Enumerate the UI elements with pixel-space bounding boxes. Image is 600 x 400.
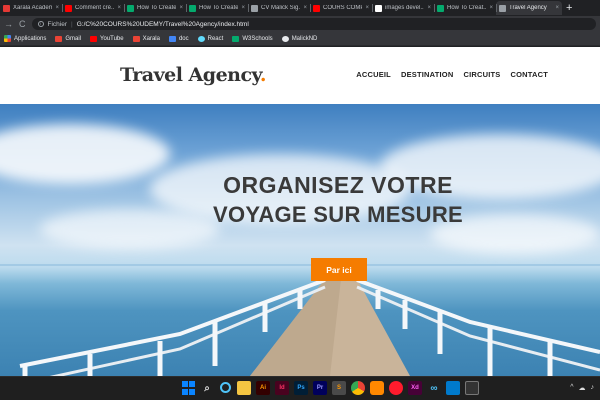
close-tab-icon[interactable]: × bbox=[241, 5, 245, 11]
loop-icon[interactable]: ∞ bbox=[427, 381, 441, 395]
illustrator-icon[interactable]: Ai bbox=[256, 381, 270, 395]
nav-link-circuits[interactable]: CIRCUITS bbox=[463, 70, 500, 79]
w3schools-icon bbox=[232, 35, 240, 42]
url-separator: | bbox=[71, 20, 73, 28]
close-tab-icon[interactable]: × bbox=[489, 5, 493, 11]
site-nav: ACCUEIL DESTINATION CIRCUITS CONTACT bbox=[356, 70, 548, 79]
close-tab-icon[interactable]: × bbox=[427, 5, 431, 11]
bookmark-applications[interactable]: Applications bbox=[4, 35, 46, 42]
bookmarks-bar: Applications Gmail YouTube Xarala doc Re… bbox=[0, 32, 600, 46]
browser-tab[interactable]: images devel... × bbox=[372, 1, 434, 15]
youtube-favicon-icon bbox=[313, 4, 320, 12]
close-tab-icon[interactable]: × bbox=[303, 5, 307, 11]
nav-link-destination[interactable]: DESTINATION bbox=[401, 70, 453, 79]
bookmark-youtube[interactable]: YouTube bbox=[90, 35, 124, 42]
chrome-icon[interactable] bbox=[351, 381, 365, 395]
nav-link-accueil[interactable]: ACCUEIL bbox=[356, 70, 391, 79]
indesign-icon[interactable]: Id bbox=[275, 381, 289, 395]
url-text[interactable]: G:/C%20COURS%20UDEMY/Travel%20Agency/ind… bbox=[77, 21, 249, 28]
info-icon[interactable]: i bbox=[37, 21, 44, 27]
opera-icon[interactable] bbox=[389, 381, 403, 395]
globe-favicon-icon bbox=[499, 4, 506, 12]
doc-icon bbox=[168, 35, 176, 42]
w3schools-favicon-icon bbox=[437, 4, 444, 12]
forward-icon[interactable]: → bbox=[4, 19, 13, 29]
logo-dot: . bbox=[259, 64, 267, 86]
sublime-text-icon[interactable]: S bbox=[332, 381, 346, 395]
apps-grid-icon bbox=[4, 35, 11, 42]
onedrive-icon[interactable]: ☁ bbox=[579, 384, 586, 392]
youtube-favicon-icon bbox=[65, 4, 72, 12]
bookmark-react[interactable]: React bbox=[197, 35, 223, 42]
vlc-icon[interactable] bbox=[370, 381, 384, 395]
hero-title-line2: VOYAGE SUR MESURE bbox=[212, 202, 463, 227]
github-icon bbox=[281, 35, 289, 42]
browser-tab-active[interactable]: Travel Agency × bbox=[496, 1, 562, 15]
browser-toolbar: → C i Fichier | G:/C%20COURS%20UDEMY/Tra… bbox=[0, 16, 600, 32]
address-bar[interactable]: i Fichier | G:/C%20COURS%20UDEMY/Travel%… bbox=[31, 18, 596, 30]
close-tab-icon[interactable]: × bbox=[55, 5, 59, 11]
url-scheme-label: Fichier bbox=[47, 20, 68, 28]
close-tab-icon[interactable]: × bbox=[117, 5, 121, 11]
google-favicon-icon bbox=[375, 4, 382, 12]
youtube-icon bbox=[90, 35, 98, 42]
bookmark-xarala[interactable]: Xarala bbox=[132, 35, 160, 42]
reload-icon[interactable]: C bbox=[19, 19, 26, 29]
site-logo[interactable]: Travel Agency. bbox=[120, 64, 267, 86]
web-page: Travel Agency. ACCUEIL DESTINATION CIRCU… bbox=[0, 47, 600, 376]
pier-illustration bbox=[19, 278, 600, 376]
file-explorer-icon[interactable] bbox=[237, 381, 251, 395]
hero-title-line1: ORGANISEZ VOTRE bbox=[223, 172, 453, 198]
w3schools-favicon-icon bbox=[127, 4, 134, 12]
browser-tab[interactable]: Xarala Academy × bbox=[0, 1, 62, 15]
vscode-icon[interactable] bbox=[446, 381, 460, 395]
windows-start-icon[interactable] bbox=[181, 381, 195, 395]
xd-icon[interactable]: Xd bbox=[408, 381, 422, 395]
browser-tab[interactable]: CV Malick Sig... × bbox=[248, 1, 310, 15]
site-header: Travel Agency. ACCUEIL DESTINATION CIRCU… bbox=[0, 47, 600, 104]
bookmark-doc[interactable]: doc bbox=[168, 35, 189, 42]
close-tab-icon[interactable]: × bbox=[555, 5, 559, 11]
browser-tab[interactable]: How To Create × bbox=[186, 1, 248, 15]
volume-icon[interactable]: ♪ bbox=[591, 384, 595, 392]
globe-favicon-icon bbox=[251, 4, 258, 12]
browser-tab[interactable]: How To Creat... × bbox=[434, 1, 496, 15]
bookmark-malicknd[interactable]: MalickND bbox=[281, 35, 317, 42]
par-ici-button[interactable]: Par ici bbox=[311, 258, 367, 281]
bookmark-w3schools[interactable]: W3Schools bbox=[232, 35, 273, 42]
tray-expand-icon[interactable]: ^ bbox=[570, 384, 573, 392]
hero-banner: ORGANISEZ VOTRE VOYAGE SUR MESURE Par ic… bbox=[0, 104, 600, 376]
nav-link-contact[interactable]: CONTACT bbox=[510, 70, 548, 79]
xarala-icon bbox=[132, 35, 140, 42]
browser-tab[interactable]: How To Create × bbox=[124, 1, 186, 15]
browser-tab[interactable]: COURS COMP...× bbox=[310, 1, 372, 15]
new-tab-icon[interactable]: + bbox=[566, 2, 572, 14]
hero-title: ORGANISEZ VOTRE VOYAGE SUR MESURE bbox=[0, 172, 600, 228]
bookmark-gmail[interactable]: Gmail bbox=[55, 35, 81, 42]
tab-strip: Xarala Academy × Comment cré... × How To C… bbox=[0, 0, 600, 16]
cortana-icon[interactable] bbox=[220, 382, 231, 393]
w3schools-favicon-icon bbox=[189, 4, 196, 12]
premiere-icon[interactable]: Pr bbox=[313, 381, 327, 395]
xarala-favicon-icon bbox=[3, 4, 10, 12]
system-tray: ^ ☁ ♪ bbox=[570, 384, 594, 392]
gmail-icon bbox=[55, 35, 63, 42]
browser-tab[interactable]: Comment cré... × bbox=[62, 1, 124, 15]
close-tab-icon[interactable]: × bbox=[365, 5, 369, 11]
pier-right-rail bbox=[356, 278, 600, 354]
terminal-icon[interactable] bbox=[465, 381, 479, 395]
pier-left-posts bbox=[22, 289, 303, 376]
react-icon bbox=[197, 35, 205, 42]
close-tab-icon[interactable]: × bbox=[179, 5, 183, 11]
taskbar-apps: ⌕ Ai Id Ps Pr S Xd ∞ bbox=[181, 381, 479, 395]
windows-taskbar: ⌕ Ai Id Ps Pr S Xd ∞ ^ ☁ ♪ bbox=[0, 376, 600, 400]
search-icon[interactable]: ⌕ bbox=[200, 381, 214, 395]
photoshop-icon[interactable]: Ps bbox=[294, 381, 308, 395]
